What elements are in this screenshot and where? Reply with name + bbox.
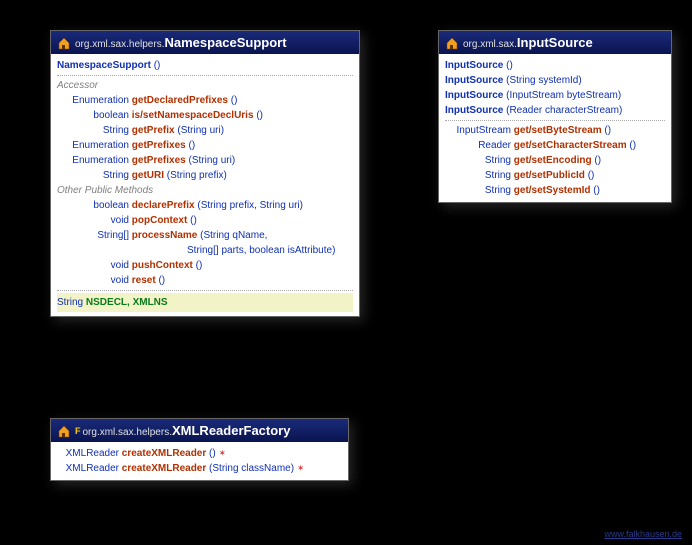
method-row: Reader get/setCharacterStream () [445,138,665,153]
method-row: void popContext () [57,213,353,228]
card-body: InputSource () InputSource (String syste… [439,54,671,202]
method-row: void pushContext () [57,258,353,273]
section-label: Other Public Methods [57,183,353,198]
card-header: F org.xml.sax.helpers.XMLReaderFactory [51,419,348,442]
throws-icon: ✶ [219,448,227,458]
final-marker: F [75,426,81,436]
method-row-cont: String[] parts, boolean isAttribute) [57,243,353,258]
method-row: String get/setPublicId () [445,168,665,183]
method-row: Enumeration getPrefixes (String uri) [57,153,353,168]
method-row: boolean declarePrefix (String prefix, St… [57,198,353,213]
class-icon [57,424,71,438]
constants-row: String NSDECL, XMLNS [57,293,353,312]
watermark-link[interactable]: www.falkhausen.de [604,529,682,539]
package-label: org.xml.sax.helpers.NamespaceSupport [75,35,287,50]
package-label: org.xml.sax.InputSource [463,35,593,50]
package-label: org.xml.sax.helpers.XMLReaderFactory [83,423,291,438]
throws-icon: ✶ [297,463,305,473]
card-header: org.xml.sax.InputSource [439,31,671,54]
constructor-row: InputSource (InputStream byteStream) [445,88,665,103]
constructor-row: InputSource () [445,58,665,73]
class-card-xmlreaderfactory: F org.xml.sax.helpers.XMLReaderFactory X… [50,418,349,481]
card-header: org.xml.sax.helpers.NamespaceSupport [51,31,359,54]
method-row: String get/setSystemId () [445,183,665,198]
constructor-row: InputSource (String systemId) [445,73,665,88]
class-card-namespacesupport: org.xml.sax.helpers.NamespaceSupport Nam… [50,30,360,317]
method-row: XMLReader createXMLReader (String classN… [57,461,342,476]
class-icon [445,36,459,50]
card-body: XMLReader createXMLReader () ✶ XMLReader… [51,442,348,480]
class-card-inputsource: org.xml.sax.InputSource InputSource () I… [438,30,672,203]
method-row: Enumeration getPrefixes () [57,138,353,153]
constructor-row: NamespaceSupport () [57,58,353,73]
method-row: String[] processName (String qName, [57,228,353,243]
method-row: String getURI (String prefix) [57,168,353,183]
method-row: String get/setEncoding () [445,153,665,168]
method-row: String getPrefix (String uri) [57,123,353,138]
method-row: boolean is/setNamespaceDeclUris () [57,108,353,123]
method-row: Enumeration getDeclaredPrefixes () [57,93,353,108]
class-icon [57,36,71,50]
method-row: XMLReader createXMLReader () ✶ [57,446,342,461]
card-body: NamespaceSupport () Accessor Enumeration… [51,54,359,316]
section-label: Accessor [57,78,353,93]
method-row: void reset () [57,273,353,288]
constructor-row: InputSource (Reader characterStream) [445,103,665,118]
method-row: InputStream get/setByteStream () [445,123,665,138]
